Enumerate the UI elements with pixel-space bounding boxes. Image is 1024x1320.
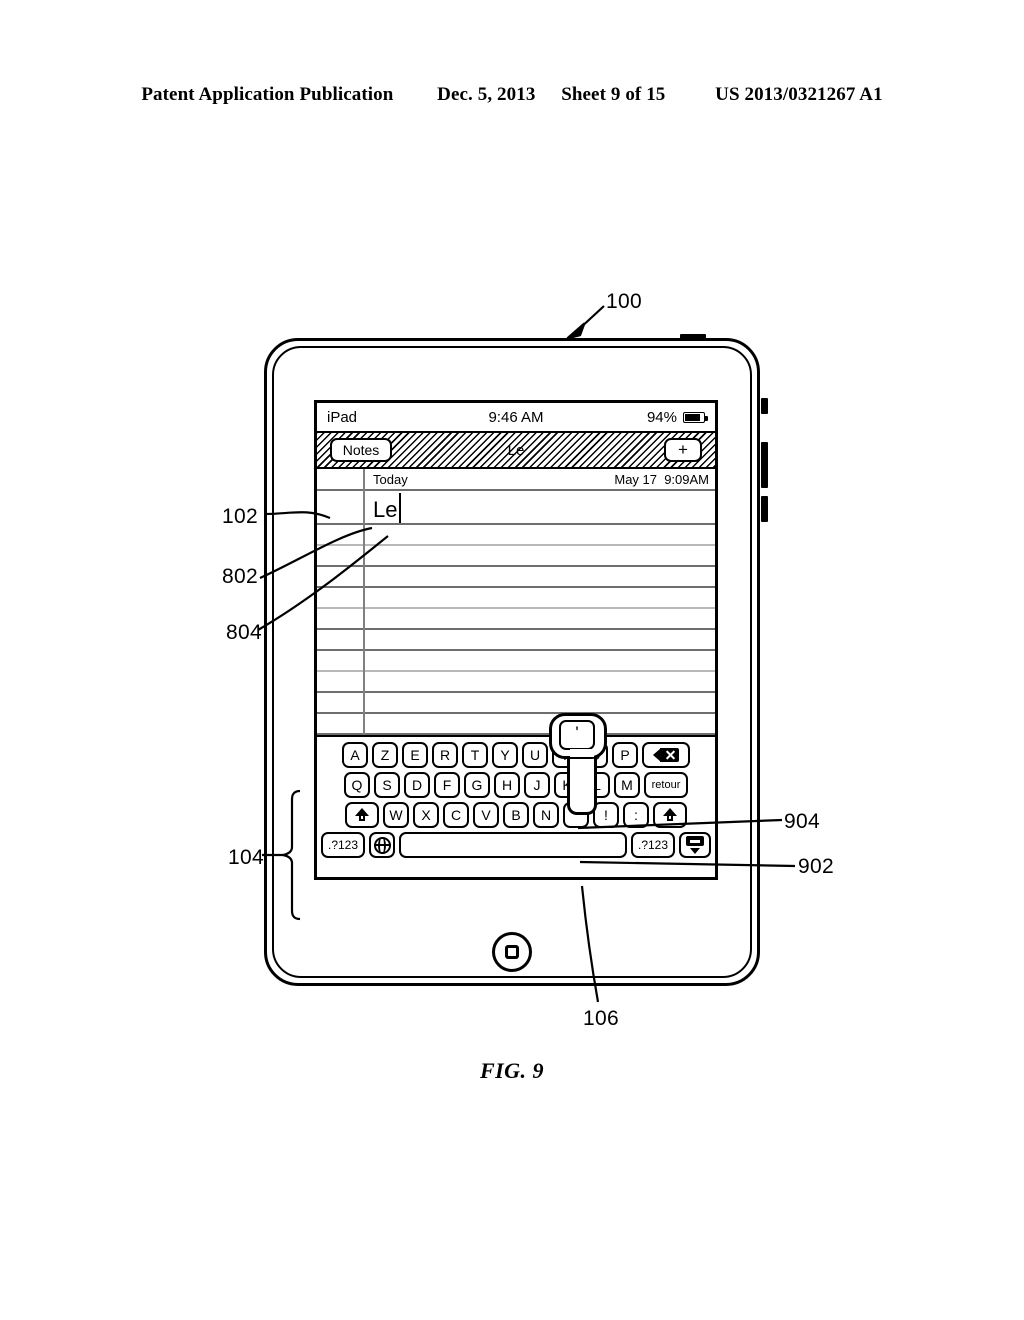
publication-date: Dec. 5, 2013 xyxy=(437,84,536,105)
reference-numeral-104: 104 xyxy=(228,846,264,869)
battery-percent-label: 94% xyxy=(646,408,677,426)
keyboard-row-1: A Z E R T Y U I O P xyxy=(321,742,711,768)
key-a[interactable]: A xyxy=(342,742,368,768)
volume-up-button[interactable] xyxy=(761,442,768,488)
note-ruled-lines xyxy=(317,489,715,737)
virtual-keyboard: A Z E R T Y U I O P Q S D F G xyxy=(317,713,715,877)
key-s[interactable]: S xyxy=(374,772,400,798)
shift-key-left[interactable] xyxy=(345,802,379,828)
reference-numeral-106: 106 xyxy=(583,1007,619,1030)
note-text-string: Le xyxy=(373,497,398,522)
reference-numeral-102: 102 xyxy=(222,505,258,528)
key-p[interactable]: P xyxy=(612,742,638,768)
key-v[interactable]: V xyxy=(473,802,499,828)
key-c[interactable]: C xyxy=(443,802,469,828)
key-colon[interactable]: : xyxy=(623,802,649,828)
battery-icon xyxy=(683,411,708,423)
shift-icon xyxy=(355,808,369,822)
note-title: Le xyxy=(507,441,525,459)
reference-numeral-804: 804 xyxy=(226,621,262,644)
note-date-label: May 17 xyxy=(614,471,657,487)
mute-switch-button[interactable] xyxy=(761,398,768,414)
key-h[interactable]: H xyxy=(494,772,520,798)
patent-number: US 2013/0321267 A1 xyxy=(715,84,883,105)
globe-key[interactable] xyxy=(369,832,395,858)
shift-icon xyxy=(663,808,677,822)
sheet-number: Sheet 9 of 15 xyxy=(561,84,666,105)
backspace-icon xyxy=(653,748,679,762)
key-z[interactable]: Z xyxy=(372,742,398,768)
backspace-key[interactable] xyxy=(642,742,690,768)
keyboard-dismiss-key[interactable] xyxy=(679,832,711,858)
key-u[interactable]: U xyxy=(522,742,548,768)
keyboard-row-2: Q S D F G H J K L M retour xyxy=(321,772,711,798)
keyboard-row-3: W X C V B N ! : xyxy=(321,802,711,828)
add-note-button[interactable]: + xyxy=(664,438,702,462)
reference-numeral-902: 902 xyxy=(798,855,834,878)
note-margin-line xyxy=(363,469,365,737)
figure-caption: FIG. 9 xyxy=(479,1058,545,1083)
tablet-device: iPad 9:46 AM 94% Notes Le + Today May 17… xyxy=(264,334,768,986)
key-n[interactable]: N xyxy=(533,802,559,828)
patent-page-header: Patent Application Publication Dec. 5, 2… xyxy=(0,84,1024,106)
return-key[interactable]: retour xyxy=(644,772,688,798)
key-m[interactable]: M xyxy=(614,772,640,798)
reference-numeral-100: 100 xyxy=(606,290,642,313)
navigation-bar: Notes Le + xyxy=(317,433,715,469)
numeric-key-left[interactable]: .?123 xyxy=(321,832,365,858)
leader-arrowhead-100 xyxy=(566,322,586,340)
key-x[interactable]: X xyxy=(413,802,439,828)
key-g[interactable]: G xyxy=(464,772,490,798)
key-f[interactable]: F xyxy=(434,772,460,798)
note-content-area[interactable]: Today May 17 9:09AM Le xyxy=(317,469,715,737)
reference-numeral-904: 904 xyxy=(784,810,820,833)
keyboard-dismiss-icon xyxy=(685,836,705,854)
note-meta-row: Today May 17 9:09AM xyxy=(317,469,715,489)
camera-icon xyxy=(680,334,706,340)
shift-key-right[interactable] xyxy=(653,802,687,828)
note-time-label: 9:09AM xyxy=(664,471,709,487)
keyboard-row-4: .?123 .?123 xyxy=(321,832,711,858)
space-key[interactable] xyxy=(399,832,627,858)
key-y[interactable]: Y xyxy=(492,742,518,768)
key-r[interactable]: R xyxy=(432,742,458,768)
key-w[interactable]: W xyxy=(383,802,409,828)
note-day-label: Today xyxy=(373,471,408,487)
key-t[interactable]: T xyxy=(462,742,488,768)
volume-down-button[interactable] xyxy=(761,496,768,522)
key-b[interactable]: B xyxy=(503,802,529,828)
key-e[interactable]: E xyxy=(402,742,428,768)
status-bar: iPad 9:46 AM 94% xyxy=(317,403,715,433)
key-q[interactable]: Q xyxy=(344,772,370,798)
leader-line-100 xyxy=(577,305,605,331)
home-button[interactable] xyxy=(492,932,532,972)
key-j[interactable]: J xyxy=(524,772,550,798)
key-press-indicator-mask xyxy=(570,749,594,757)
key-press-indicator xyxy=(567,753,597,815)
reference-numeral-802: 802 xyxy=(222,565,258,588)
status-battery-group: 94% xyxy=(646,408,708,426)
key-d[interactable]: D xyxy=(404,772,430,798)
device-display: iPad 9:46 AM 94% Notes Le + Today May 17… xyxy=(314,400,718,880)
text-cursor xyxy=(399,493,401,523)
publication-label: Patent Application Publication xyxy=(141,84,394,105)
globe-icon xyxy=(373,836,391,854)
numeric-key-right[interactable]: .?123 xyxy=(631,832,675,858)
